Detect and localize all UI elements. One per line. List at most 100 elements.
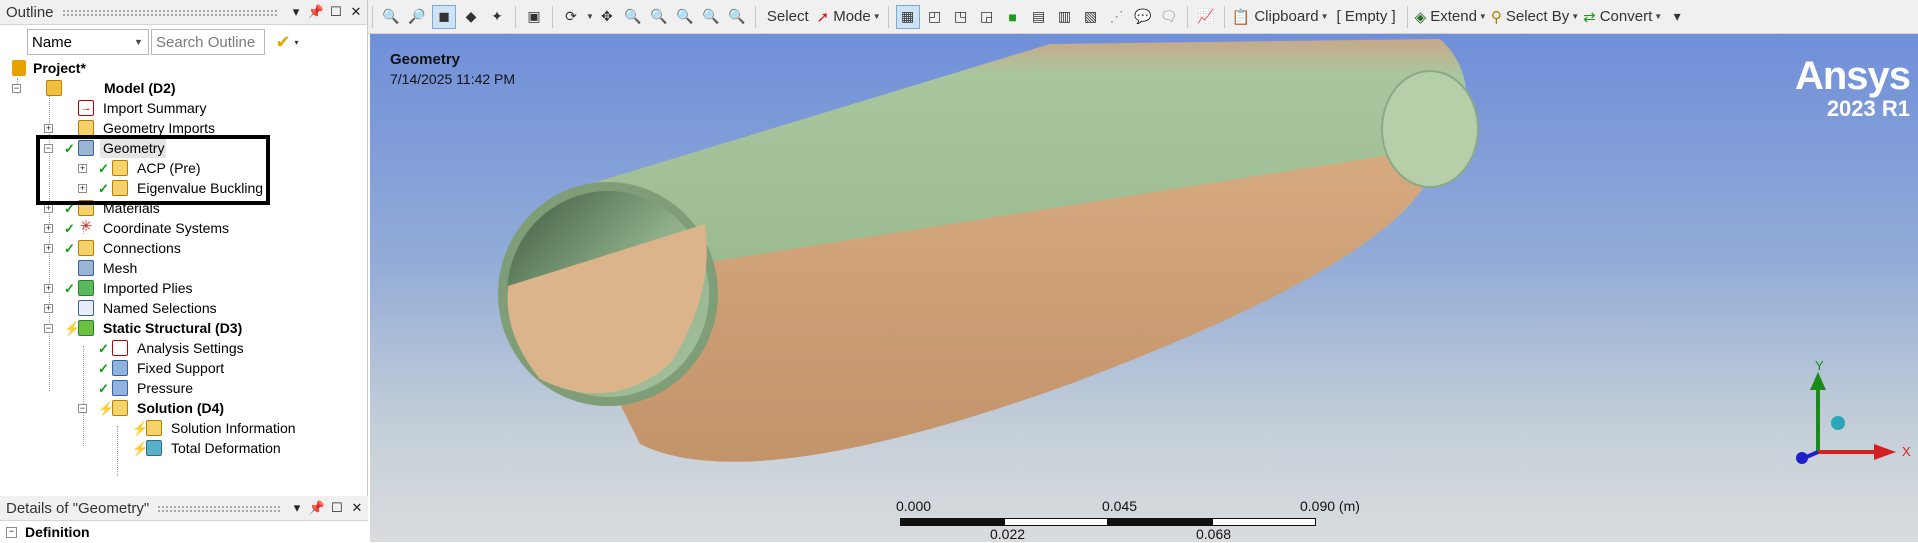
tree-item-named-selections[interactable]: + Named Selections <box>0 298 360 318</box>
outline-tree: Project* − Model (D2) → Import Summary +… <box>0 58 366 488</box>
previous-view-icon[interactable]: 🔍 <box>726 6 748 28</box>
filter-check-icon[interactable]: ✔ ▾ <box>271 29 303 55</box>
z-axis-tip <box>1796 452 1808 464</box>
coordinates-icon[interactable]: ⋰ <box>1106 6 1128 28</box>
expand-icon[interactable]: + <box>44 284 53 293</box>
tree-item-solution[interactable]: − ⚡ Solution (D4) <box>0 398 360 418</box>
expand-icon[interactable]: + <box>44 224 53 233</box>
clipboard-icon: 📋 <box>1231 8 1251 26</box>
tree-item-static-structural[interactable]: − ⚡ Static Structural (D3) <box>0 318 360 338</box>
mode-label: Mode <box>833 8 871 25</box>
tree-item-imported-plies[interactable]: + ✓ Imported Plies <box>0 278 360 298</box>
y-axis-label: Y <box>1815 358 1824 373</box>
edge-icon[interactable]: ◳ <box>950 6 972 28</box>
clipboard-button[interactable]: 📋 Clipboard ▼ <box>1232 4 1329 30</box>
x-axis-arrow <box>1874 444 1896 460</box>
pressure-icon <box>112 380 128 396</box>
zoom-icon[interactable]: 🔍 <box>622 6 644 28</box>
convert-button[interactable]: ⇄ Convert ▼ <box>1583 4 1662 30</box>
scale-bar: 0.000 0.045 0.090 (m) 0.022 0.068 <box>890 498 1410 542</box>
tree-item-connections[interactable]: + ✓ Connections <box>0 238 360 258</box>
rotate-icon[interactable]: ⟳ <box>560 6 582 28</box>
tree-item-total-deformation[interactable]: ⚡ Total Deformation <box>0 438 360 458</box>
pin-icon[interactable]: 📌 <box>308 499 326 517</box>
check-icon: ✓ <box>98 341 109 356</box>
chevron-down-icon[interactable]: ▼ <box>586 12 594 21</box>
body-icon[interactable]: ■ <box>1002 6 1024 28</box>
collapse-icon[interactable]: − <box>12 84 21 93</box>
close-icon[interactable]: ✕ <box>348 499 366 517</box>
expand-icon[interactable]: + <box>44 304 53 313</box>
chart-icon[interactable]: 📈 <box>1195 6 1217 28</box>
fixed-support-icon <box>112 360 128 376</box>
mode-button[interactable]: ➚ Mode ▼ <box>817 4 881 30</box>
plies-icon <box>78 280 94 296</box>
select-button[interactable]: Select <box>763 4 813 30</box>
element-face-icon[interactable]: ▥ <box>1054 6 1076 28</box>
face-icon[interactable]: ◲ <box>976 6 998 28</box>
check-icon: ✓ <box>98 381 109 396</box>
extend-button[interactable]: ◈ Extend ▼ <box>1415 4 1487 30</box>
scale-label: 0.045 <box>1102 498 1138 514</box>
dropdown-icon[interactable]: ▾ <box>288 499 306 517</box>
tree-item-pressure[interactable]: ✓ Pressure <box>0 378 360 398</box>
tree-item-label: Geometry Imports <box>103 120 216 136</box>
select-mesh-icon[interactable]: ▦ <box>895 4 920 29</box>
random-color-icon[interactable]: ✦ <box>486 6 508 28</box>
tree-item-import-summary[interactable]: → Import Summary <box>0 98 360 118</box>
tree-item-analysis-settings[interactable]: ✓ Analysis Settings <box>0 338 360 358</box>
zoom-to-fit-icon[interactable]: 🔍 <box>674 6 696 28</box>
box-zoom-icon[interactable]: 🔍 <box>648 6 670 28</box>
maximize-icon[interactable]: ☐ <box>327 3 345 21</box>
tree-item-coordinate-systems[interactable]: + ✓ ✳ Coordinate Systems <box>0 218 360 238</box>
annotation-icon[interactable]: 💬 <box>1132 6 1154 28</box>
tree-item-model[interactable]: − Model (D2) <box>0 78 360 98</box>
align-icon[interactable]: ▣ <box>523 6 545 28</box>
pin-icon[interactable]: 📌 <box>307 3 325 21</box>
collapse-icon[interactable]: − <box>6 526 17 538</box>
details-grip[interactable] <box>157 504 280 512</box>
toolbar-overflow-icon[interactable]: ▾ <box>1666 6 1688 28</box>
graphics-viewport[interactable]: Geometry 7/14/2025 11:42 PM Ansys 2023 R… <box>370 34 1918 542</box>
solution-icon <box>112 400 128 416</box>
tree-item-project[interactable]: Project* <box>0 58 360 78</box>
tube-model <box>498 39 1479 462</box>
tree-item-label: Imported Plies <box>103 280 193 296</box>
label-icon[interactable]: 🗨 <box>1158 6 1180 28</box>
total-deformation-icon <box>146 440 162 456</box>
y-axis-arrow <box>1810 372 1826 390</box>
expand-icon[interactable]: + <box>44 204 53 213</box>
convert-label: Convert <box>1599 8 1653 25</box>
expand-icon[interactable]: + <box>44 124 53 133</box>
select-by-button[interactable]: ⚲ Select By ▼ <box>1491 4 1579 30</box>
element-icon[interactable]: ▧ <box>1080 6 1102 28</box>
toolbar-separator <box>1223 5 1225 28</box>
tree-item-label: Import Summary <box>103 100 207 116</box>
scale-label: 0.000 <box>896 498 932 514</box>
solid-icon[interactable]: ◆ <box>460 6 482 28</box>
dropdown-icon[interactable]: ▾ <box>287 3 305 21</box>
details-panel: Details of "Geometry" ▾ 📌 ☐ ✕ − Definiti… <box>0 496 368 543</box>
node-icon[interactable]: ▤ <box>1028 6 1050 28</box>
zoom-in-icon[interactable]: 🔍 <box>380 6 402 28</box>
zoom-out-icon[interactable]: 🔎 <box>406 6 428 28</box>
tree-item-fixed-support[interactable]: ✓ Fixed Support <box>0 358 360 378</box>
maximize-icon[interactable]: ☐ <box>328 499 346 517</box>
expand-icon[interactable]: + <box>44 244 53 253</box>
vertex-icon[interactable]: ◰ <box>924 6 946 28</box>
pan-icon[interactable]: ✥ <box>596 6 618 28</box>
close-icon[interactable]: ✕ <box>347 3 365 21</box>
tree-item-label: Pressure <box>137 380 194 396</box>
search-input[interactable]: Search Outline <box>151 29 265 55</box>
tree-item-solution-information[interactable]: ⚡ Solution Information <box>0 418 360 438</box>
magnifier-icon[interactable]: 🔍 <box>700 6 722 28</box>
collapse-icon[interactable]: − <box>44 324 53 333</box>
body-select-icon[interactable]: ◼ <box>432 4 456 29</box>
filter-select[interactable]: Name ▼ <box>27 29 149 55</box>
details-section-definition[interactable]: − Definition <box>0 520 368 543</box>
outline-grip[interactable] <box>61 8 279 16</box>
chevron-down-icon: ▼ <box>1320 12 1329 21</box>
collapse-icon[interactable]: − <box>78 404 87 413</box>
tree-item-mesh[interactable]: Mesh <box>0 258 360 278</box>
toolbar-separator <box>372 5 373 28</box>
